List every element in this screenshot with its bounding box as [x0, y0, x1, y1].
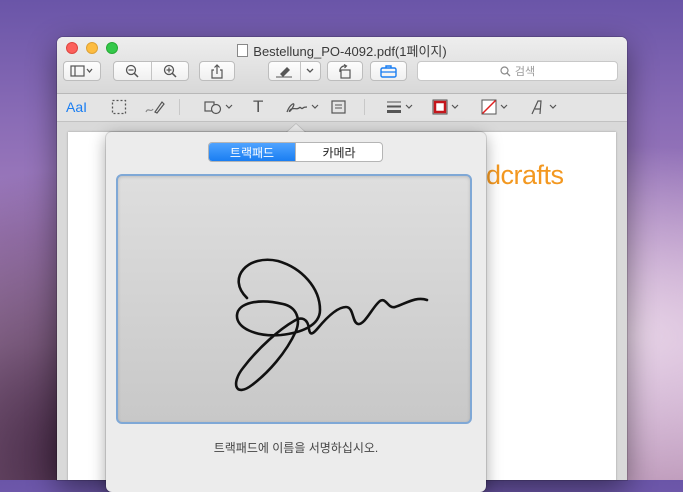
signature-icon: [286, 103, 308, 113]
zoom-in-icon: [163, 64, 177, 78]
chevron-down-icon: [306, 68, 314, 73]
rect-selection-tool[interactable]: [111, 97, 127, 117]
signature-source-tabs: 트랙패드 카메라: [208, 142, 383, 162]
signature-stroke: [234, 258, 429, 392]
window-title: Bestellung_PO-4092.pdf(1페이지): [57, 41, 627, 60]
text-tool[interactable]: T: [253, 97, 263, 117]
text-tool-label: T: [253, 97, 264, 116]
tab-trackpad[interactable]: 트랙패드: [209, 143, 295, 161]
divider: [179, 99, 180, 115]
chevron-down-icon: [225, 104, 233, 109]
no-fill-icon: [481, 99, 497, 115]
sidebar-view-button[interactable]: [63, 61, 101, 81]
signature-pad[interactable]: [116, 174, 472, 424]
rectangular-selection-icon: [111, 99, 127, 115]
zoom-out-icon: [126, 64, 139, 78]
search-placeholder: 검색: [514, 66, 536, 78]
chevron-down-icon: [405, 104, 413, 109]
share-icon: [211, 63, 223, 79]
signature-instruction: 트랙패드에 이름을 서명하십시오.: [213, 441, 379, 455]
fill-color-tool[interactable]: [481, 97, 508, 117]
rotate-icon: [339, 63, 351, 79]
chevron-down-icon: [500, 104, 508, 109]
search-field[interactable]: 검색: [417, 61, 618, 81]
search-icon: [500, 65, 511, 76]
highlight-menu-button[interactable]: [299, 62, 320, 80]
brand-logo-text: dcrafts: [486, 160, 564, 190]
divider: [364, 99, 365, 115]
share-button[interactable]: [199, 61, 235, 81]
sketch-tool[interactable]: [145, 97, 165, 117]
text-selection-tool[interactable]: AaI: [66, 97, 87, 117]
highlight-group: [268, 61, 321, 81]
chevron-down-icon: [549, 104, 557, 109]
highlighter-icon: [276, 66, 293, 77]
titlebar: Bestellung_PO-4092.pdf(1페이지) 검색: [57, 37, 627, 94]
zoom-group: [113, 61, 189, 81]
line-style-icon: [387, 101, 401, 113]
shapes-icon: [204, 101, 222, 115]
toolbox-icon: [380, 65, 397, 78]
pdf-document-icon: [237, 44, 249, 57]
markup-toolbox-button[interactable]: [370, 61, 407, 81]
zoom-in-button[interactable]: [150, 62, 189, 80]
rotate-button[interactable]: [327, 61, 363, 81]
signature-tool[interactable]: [284, 97, 319, 117]
signature-popover: 트랙패드 카메라 트랙패드에 이름을 서명하십시오.: [106, 132, 486, 492]
markup-toolbar: AaI T: [57, 94, 627, 122]
text-selection-label: AaI: [66, 99, 88, 115]
tab-camera[interactable]: 카메라: [295, 143, 382, 161]
chevron-down-icon: [311, 104, 319, 109]
window-title-text: Bestellung_PO-4092.pdf(1페이지): [253, 44, 447, 59]
text-style-icon: [531, 100, 542, 115]
chevron-down-icon: [451, 104, 459, 109]
line-style-tool[interactable]: [386, 97, 413, 117]
sidebar-icon: [70, 65, 93, 77]
text-style-tool[interactable]: [530, 97, 557, 117]
sketch-icon: [145, 101, 165, 114]
shapes-tool[interactable]: [204, 97, 233, 117]
border-color-icon: [432, 99, 448, 115]
zoom-out-button[interactable]: [114, 62, 151, 80]
note-tool[interactable]: [331, 97, 346, 117]
highlight-button[interactable]: [269, 62, 300, 80]
note-icon: [331, 100, 346, 114]
border-color-tool[interactable]: [432, 97, 459, 117]
